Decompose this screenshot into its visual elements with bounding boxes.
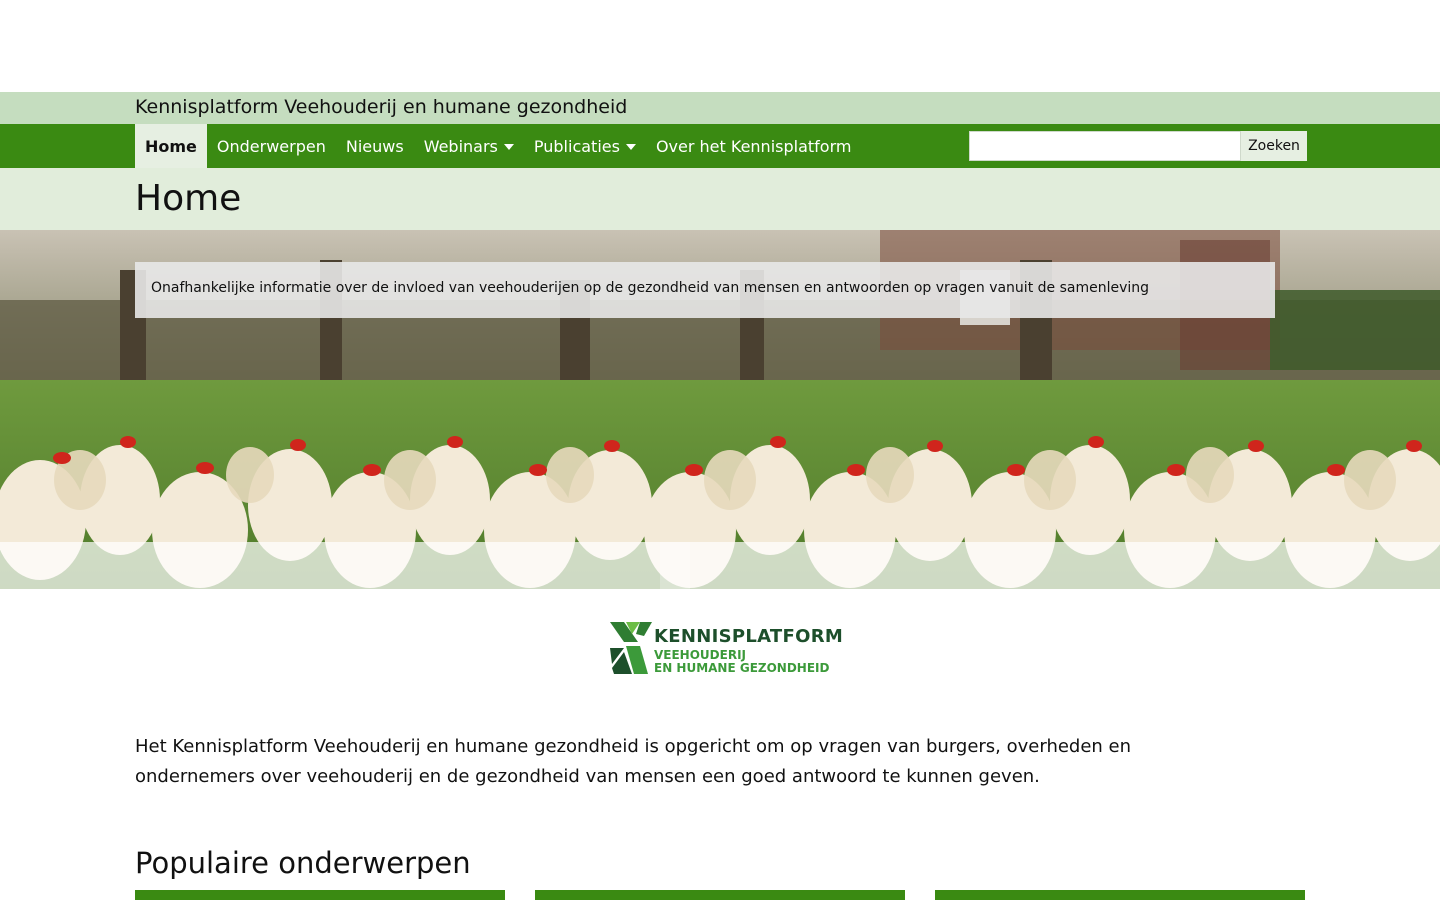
popular-topics-cards	[135, 890, 1305, 900]
topic-card[interactable]	[935, 890, 1305, 900]
site-title[interactable]: Kennisplatform Veehouderij en humane gez…	[135, 96, 627, 118]
hero-bottom-overlay	[0, 542, 1440, 589]
caret-down-icon	[625, 144, 636, 150]
site-title-strip: Kennisplatform Veehouderij en humane gez…	[0, 92, 1440, 124]
hero-banner: Onafhankelijke informatie over de invloe…	[0, 230, 1440, 589]
nav-item-webinars[interactable]: Webinars	[414, 124, 524, 168]
search-form: Zoeken	[969, 131, 1307, 161]
nav-item-label: Onderwerpen	[216, 136, 326, 156]
nav-item-nieuws[interactable]: Nieuws	[336, 124, 414, 168]
nav-item-onderwerpen[interactable]: Onderwerpen	[207, 124, 336, 168]
search-input[interactable]	[969, 131, 1241, 161]
nav-item-label: Webinars	[423, 136, 498, 156]
nav-item-label: Publicaties	[533, 136, 620, 156]
topic-card[interactable]	[535, 890, 905, 900]
logo-mark-icon	[610, 622, 652, 674]
search-button[interactable]: Zoeken	[1241, 131, 1307, 161]
page-title: Home	[135, 178, 242, 219]
main-navigation: Home Onderwerpen Nieuws Webinars Publica…	[0, 124, 1440, 168]
nav-item-label: Nieuws	[345, 136, 404, 156]
logo-text-line2: VEEHOUDERIJ	[654, 648, 746, 662]
hero-overlay-gap	[660, 542, 690, 589]
hero-caption-text: Onafhankelijke informatie over de invloe…	[151, 280, 1150, 296]
page-heading-band: Home	[0, 168, 1440, 230]
logo-text-line3: EN HUMANE GEZONDHEID	[654, 661, 830, 675]
popular-topics-title: Populaire onderwerpen	[135, 846, 471, 880]
topic-card[interactable]	[135, 890, 505, 900]
logo-text-line1: KENNISPLATFORM	[654, 626, 844, 647]
nav-items: Home Onderwerpen Nieuws Webinars Publica…	[135, 124, 861, 168]
nav-item-over-het-kennisplatform[interactable]: Over het Kennisplatform	[646, 124, 862, 168]
nav-item-publicaties[interactable]: Publicaties	[524, 124, 646, 168]
top-whitespace	[0, 0, 1440, 92]
hero-caption-box: Onafhankelijke informatie over de invloe…	[135, 262, 1275, 318]
nav-item-label: Over het Kennisplatform	[655, 136, 852, 156]
caret-down-icon	[503, 144, 514, 150]
nav-item-home[interactable]: Home	[135, 124, 207, 168]
nav-item-label: Home	[145, 136, 197, 156]
intro-paragraph: Het Kennisplatform Veehouderij en humane…	[135, 736, 1132, 787]
kennisplatform-logo: KENNISPLATFORM VEEHOUDERIJ EN HUMANE GEZ…	[610, 620, 843, 678]
